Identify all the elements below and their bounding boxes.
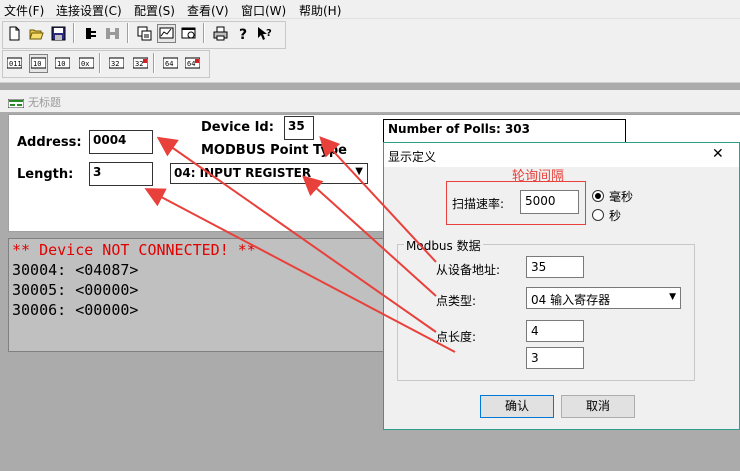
fc01-icon[interactable]: 011 [5,54,24,73]
cancel-button[interactable]: 取消 [561,395,635,418]
slave-address-field[interactable]: 35 [526,256,584,278]
menu-bar: 文件(F) 连接设置(C) 配置(S) 查看(V) 窗口(W) 帮助(H) [0,0,740,19]
modbus-data-group-title: Modbus 数据 [404,237,483,254]
point-type-value: 04: INPUT REGISTER [174,166,312,180]
ok-button[interactable]: 确认 [480,395,554,418]
menu-file[interactable]: 文件(F) [4,2,44,19]
toolbar-separator [99,53,101,73]
display-definition-dialog: 显示定义 ✕ 轮询间隔 扫描速率: 5000 毫秒 秒 Modbus 数据 从设… [383,142,740,430]
save-icon[interactable] [49,24,68,43]
svg-text:?: ? [239,27,247,41]
dialog-title-bar[interactable]: 显示定义 ✕ [384,143,739,167]
chart-icon[interactable] [157,24,176,43]
child-title-bar[interactable]: 无标题 [0,90,740,112]
fc04-icon[interactable]: 10 [53,54,72,73]
svg-text:64: 64 [165,60,173,68]
point-type-label: MODBUS Point Type [201,143,347,158]
radio-milliseconds-label: 毫秒 [609,190,634,204]
help-icon[interactable]: ? [233,24,252,43]
menu-setup[interactable]: 配置(S) [134,2,175,19]
chevron-down-icon: ▼ [669,292,676,302]
svg-text:0x: 0x [81,60,89,68]
svg-text:011: 011 [9,60,22,68]
address-field[interactable]: 0004 [89,130,153,154]
toolbar-separator [127,23,129,43]
point-length-field[interactable]: 4 [526,320,584,342]
scan-rate-label: 扫描速率: [452,197,505,211]
dialog-title: 显示定义 [388,150,437,164]
svg-text:10: 10 [57,60,65,68]
close-icon[interactable]: ✕ [712,146,724,162]
svg-text:?: ? [266,28,272,39]
extra-length-field[interactable]: 3 [526,347,584,369]
number-of-polls: Number of Polls: 303 [383,119,626,143]
length-label: Length: [17,167,74,182]
chevron-down-icon: ▼ [355,166,363,177]
radio-seconds-label: 秒 [609,209,622,223]
fc16-icon[interactable]: 32 [131,54,150,73]
address-label: Address: [17,135,82,150]
point-type-select[interactable]: 04 输入寄存器 ▼ [526,287,681,309]
radio-milliseconds[interactable] [592,190,604,202]
context-help-icon[interactable]: ? [255,24,274,43]
svg-text:32: 32 [111,60,119,68]
fc05-icon[interactable]: 0x [77,54,96,73]
menu-connection[interactable]: 连接设置(C) [56,2,122,19]
slave-address-label: 从设备地址: [436,263,501,277]
child-window-icon [7,97,25,111]
child-window-title: 无标题 [28,96,61,109]
menu-help[interactable]: 帮助(H) [299,2,341,19]
new-file-icon[interactable] [5,24,24,43]
point-type-select[interactable]: 04: INPUT REGISTER ▼ [170,163,368,184]
scan-rate-field[interactable]: 5000 [520,190,579,214]
toolbar-area: ? ? 011 10 10 0x 32 32 64 64 [0,19,740,83]
toolbar-separator [153,53,155,73]
fc06-icon[interactable]: 64 [161,54,180,73]
svg-text:10: 10 [33,60,41,68]
menu-view[interactable]: 查看(V) [187,2,229,19]
svg-text:64: 64 [187,60,195,68]
print-icon[interactable] [211,24,230,43]
connect-icon[interactable] [81,24,100,43]
device-id-label: Device Id: [201,120,274,135]
disconnect-icon[interactable] [103,24,122,43]
fc15-icon[interactable]: 32 [107,54,126,73]
open-folder-icon[interactable] [27,24,46,43]
window-icon[interactable] [179,24,198,43]
radio-seconds[interactable] [592,209,604,221]
poll-settings-icon[interactable] [135,24,154,43]
toolbar-separator [73,23,75,43]
fc03-icon[interactable]: 10 [29,54,48,73]
fc22-icon[interactable]: 64 [183,54,202,73]
length-field[interactable]: 3 [89,162,153,186]
point-type-value: 04 输入寄存器 [531,293,611,307]
device-id-field[interactable]: 35 [284,116,314,140]
svg-text:32: 32 [135,60,143,68]
point-type-label: 点类型: [436,294,477,308]
menu-window[interactable]: 窗口(W) [241,2,286,19]
point-length-label: 点长度: [436,330,477,344]
toolbar-separator [203,23,205,43]
